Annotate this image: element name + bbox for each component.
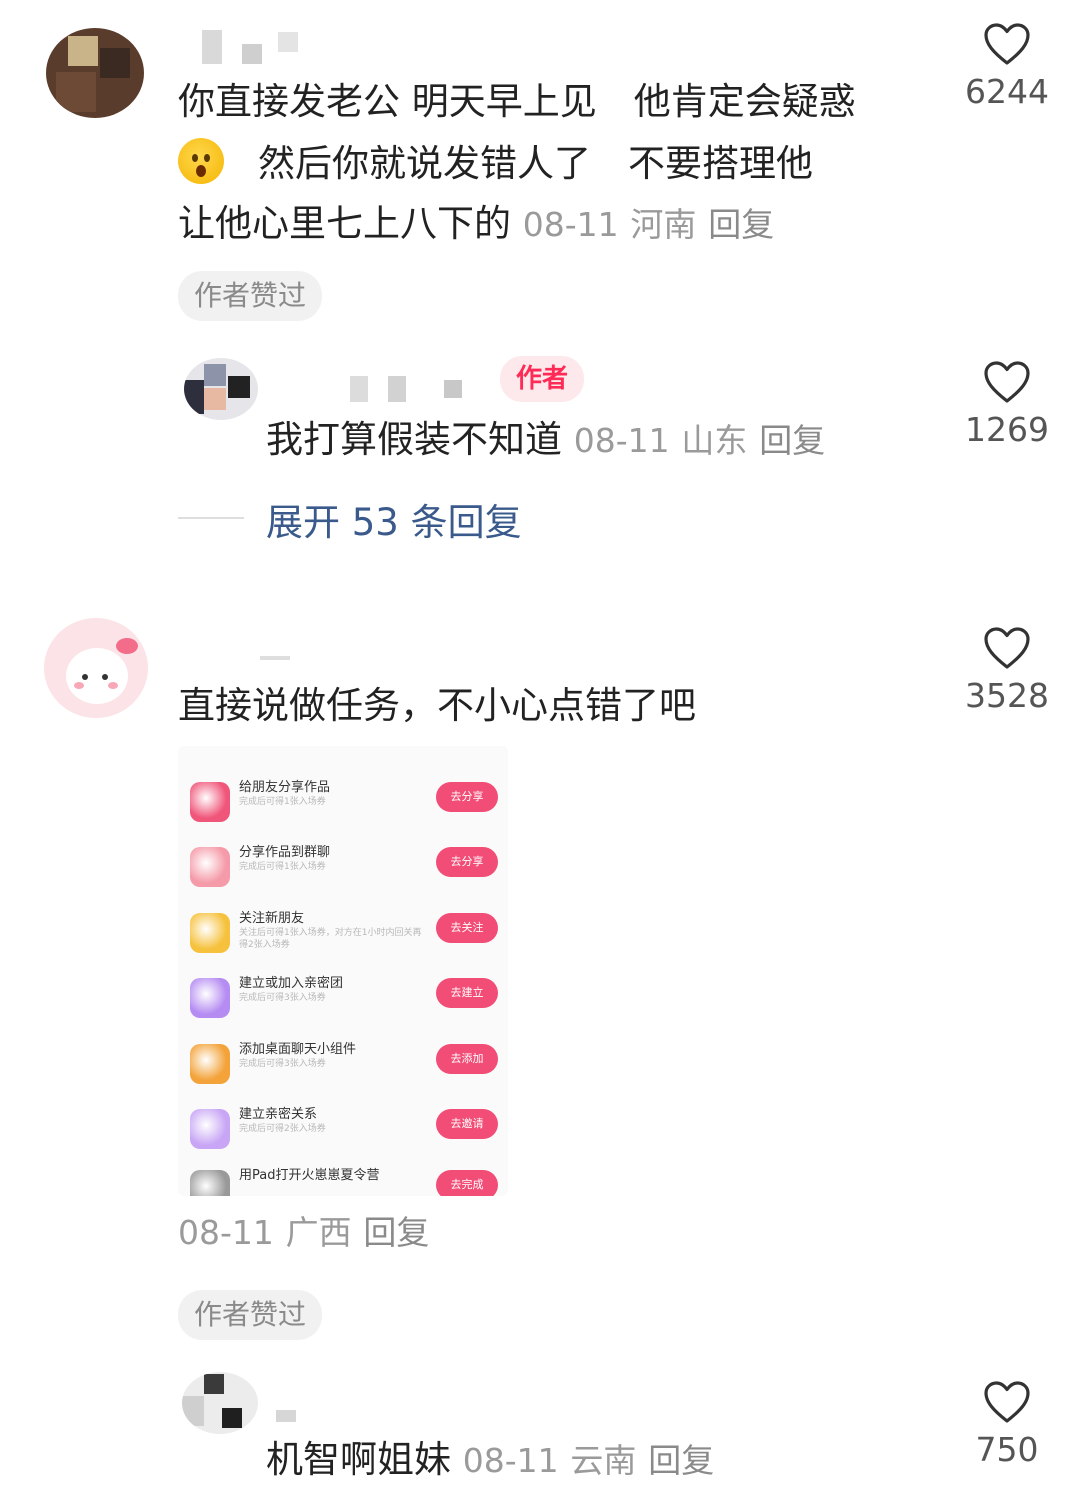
- reply-button[interactable]: 回复: [708, 205, 774, 244]
- like-button[interactable]: 1269: [952, 360, 1062, 449]
- task-icon: [190, 782, 230, 822]
- like-count: 750: [975, 1430, 1039, 1469]
- username-blurred[interactable]: [276, 1410, 296, 1422]
- reply-text-segment: 机智啊姐妹: [266, 1438, 451, 1481]
- task-button: 去关注: [436, 913, 498, 943]
- task-subtitle: 完成后可得1张入场券: [239, 797, 326, 807]
- task-subtitle: 完成后可得3张入场券: [239, 1059, 326, 1069]
- reply-text: 我打算假装不知道 08-11 山东 回复: [266, 410, 825, 471]
- comment-text-line-2: 然后你就说发错人了 不要搭理他: [178, 134, 813, 194]
- avatar[interactable]: [46, 28, 144, 118]
- expand-replies-button[interactable]: 展开 53 条回复: [266, 492, 522, 546]
- heart-icon: [984, 23, 1030, 65]
- task-row: 给朋友分享作品完成后可得1张入场券 去分享: [178, 772, 508, 837]
- avatar[interactable]: [182, 1372, 258, 1434]
- heart-icon: [984, 1381, 1030, 1423]
- reply-text: 机智啊姐妹 08-11 云南 回复: [266, 1430, 714, 1491]
- reply-location: 云南: [570, 1441, 637, 1480]
- reply-date: 08-11: [573, 421, 670, 460]
- task-subtitle: 完成后可得2张入场券: [239, 1124, 326, 1134]
- reply-location: 山东: [681, 421, 748, 460]
- task-button: 去添加: [436, 1044, 498, 1074]
- like-count: 1269: [965, 410, 1049, 449]
- task-icon: [190, 847, 230, 887]
- task-title: 用Pad打开火崽崽夏令营: [239, 1168, 380, 1183]
- frowning-face-icon: [178, 138, 224, 184]
- task-icon: [190, 1109, 230, 1149]
- task-title: 给朋友分享作品: [239, 780, 331, 795]
- task-button: 去分享: [436, 847, 498, 877]
- reply-date: 08-11: [462, 1441, 559, 1480]
- task-row: 分享作品到群聊完成后可得1张入场券 去分享: [178, 837, 508, 902]
- task-title: 关注新朋友: [239, 911, 305, 926]
- author-tag: 作者: [500, 356, 585, 402]
- like-button[interactable]: 6244: [952, 22, 1062, 111]
- task-title: 分享作品到群聊: [239, 845, 331, 860]
- heart-icon: [984, 627, 1030, 669]
- like-button[interactable]: 3528: [952, 626, 1062, 715]
- reply-button[interactable]: 回复: [648, 1441, 714, 1480]
- task-button: 去分享: [436, 782, 498, 812]
- task-button: 去建立: [436, 978, 498, 1008]
- comment-location: 河南: [630, 205, 697, 244]
- comment-text-segment: 让他心里七上八下的: [178, 202, 511, 245]
- task-row: 用Pad打开火崽崽夏令营 去完成: [178, 1160, 508, 1196]
- task-icon: [190, 1044, 230, 1084]
- username-blurred[interactable]: [350, 376, 470, 402]
- reply-button[interactable]: 回复: [363, 1213, 429, 1252]
- like-count: 6244: [965, 72, 1049, 111]
- task-button: 去完成: [436, 1170, 498, 1196]
- task-title: 添加桌面聊天小组件: [239, 1042, 357, 1057]
- task-icon: [190, 978, 230, 1018]
- task-row: 添加桌面聊天小组件完成后可得3张入场券 去添加: [178, 1034, 508, 1099]
- comment-date: 08-11: [178, 1213, 274, 1252]
- task-icon: [190, 913, 230, 953]
- task-title: 建立亲密关系: [239, 1107, 318, 1122]
- task-row: 建立亲密关系完成后可得2张入场券 去邀请: [178, 1099, 508, 1164]
- like-button[interactable]: 750: [952, 1380, 1062, 1469]
- like-count: 3528: [965, 676, 1049, 715]
- task-icon: [190, 1170, 230, 1196]
- author-liked-badge: 作者赞过: [178, 271, 323, 321]
- comment-text: 直接说做任务，不小心点错了吧: [178, 684, 696, 727]
- task-row: 建立或加入亲密团完成后可得3张入场券 去建立: [178, 968, 508, 1033]
- comment-date: 08-11: [522, 205, 619, 244]
- comment-text: 你直接发老公 明天早上见 他肯定会疑惑: [178, 80, 856, 123]
- comment-meta: 08-11 广西 回复: [178, 1202, 429, 1263]
- task-title: 建立或加入亲密团: [239, 976, 344, 991]
- avatar[interactable]: [44, 618, 148, 718]
- author-liked-badge: 作者赞过: [178, 1290, 323, 1340]
- heart-icon: [984, 361, 1030, 403]
- divider: [178, 517, 244, 519]
- reply-button[interactable]: 回复: [759, 421, 825, 460]
- task-subtitle: 关注后可得1张入场券，对方在1小时内回关再得2张入场券: [239, 928, 422, 950]
- username-blurred[interactable]: [202, 30, 302, 64]
- task-button: 去邀请: [436, 1109, 498, 1139]
- comment-location: 广西: [285, 1213, 352, 1252]
- task-row: 关注新朋友关注后可得1张入场券，对方在1小时内回关再得2张入场券 去关注: [178, 903, 508, 968]
- comment-text-line-3: 让他心里七上八下的 08-11 河南 回复: [178, 194, 774, 255]
- task-subtitle: 完成后可得1张入场券: [239, 862, 326, 872]
- reply-text-segment: 我打算假装不知道: [266, 418, 562, 461]
- comment-image[interactable]: 给朋友分享作品 完成后可得1张入场券 去分享 分享作品到群聊 完成后可得1张入场券 去分享…: [178, 746, 508, 1196]
- username-blurred[interactable]: [260, 656, 290, 660]
- avatar[interactable]: [184, 358, 258, 420]
- comment-text-segment: 然后你就说发错人了 不要搭理他: [258, 142, 813, 185]
- task-subtitle: 完成后可得3张入场券: [239, 993, 326, 1003]
